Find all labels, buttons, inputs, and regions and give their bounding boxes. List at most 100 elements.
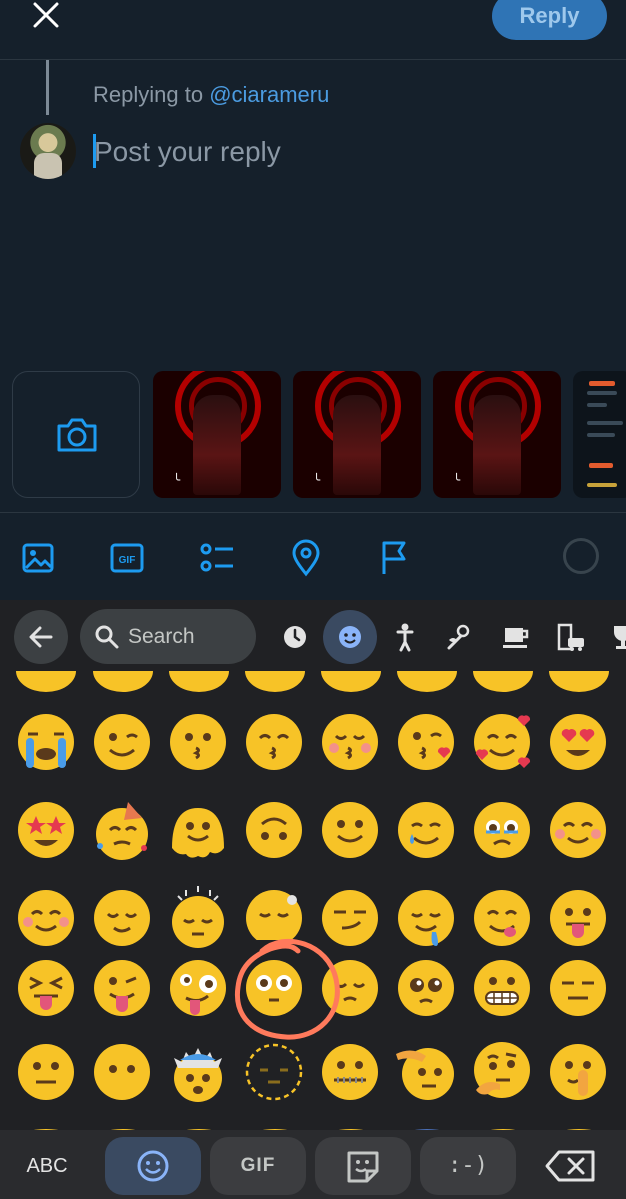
- sticker-key[interactable]: [315, 1137, 411, 1195]
- add-poll-button[interactable]: [197, 538, 237, 578]
- emoji-upside-down-face-icon: [246, 802, 302, 858]
- emoji-cell[interactable]: [90, 798, 154, 862]
- thumbnail-mark: ╰: [313, 473, 321, 487]
- thumbnail-text-line: [587, 421, 623, 425]
- avatar[interactable]: [20, 123, 76, 179]
- emoji-exploding-head-icon: [174, 1048, 222, 1102]
- emoji-cell[interactable]: [394, 798, 458, 862]
- thumbnail-figure: [333, 395, 381, 495]
- thumbnail-text-line: [587, 433, 615, 437]
- header-divider: [0, 59, 626, 60]
- emoji-cell[interactable]: [90, 886, 154, 950]
- category-travel-tab[interactable]: [551, 618, 589, 656]
- emoticon-key-label: :-): [448, 1153, 488, 1178]
- emoji-smiling-blush-icon: [550, 802, 606, 858]
- trophy-icon: [614, 626, 626, 649]
- media-thumbnail-1[interactable]: ╰: [153, 371, 281, 498]
- emoji-cell[interactable]: [546, 710, 610, 774]
- emoji-row-partial-graphic: [16, 671, 609, 692]
- emoji-cell[interactable]: [14, 886, 78, 950]
- emoji-cell[interactable]: [470, 1040, 534, 1104]
- emoji-cell[interactable]: [394, 1040, 458, 1104]
- emoji-cell[interactable]: [546, 886, 610, 950]
- category-food-tab[interactable]: [496, 618, 534, 656]
- emoji-cell[interactable]: [242, 1040, 306, 1104]
- keyboard-back-button[interactable]: [14, 610, 68, 664]
- emoji-dotted-line-face-icon: [245, 1043, 303, 1101]
- emoji-cell[interactable]: [470, 710, 534, 774]
- replying-prefix: Replying to: [93, 82, 210, 107]
- emoji-loudly-crying-icon: [18, 714, 74, 770]
- category-people-tab[interactable]: [386, 618, 424, 656]
- add-gif-button[interactable]: GIF: [107, 538, 147, 578]
- media-thumbnail-2[interactable]: ╰: [293, 371, 421, 498]
- nature-icon: [447, 624, 470, 650]
- emoji-cell[interactable]: [242, 710, 306, 774]
- add-image-button[interactable]: [18, 538, 58, 578]
- gif-key[interactable]: GIF: [210, 1137, 306, 1195]
- emoji-smiling-tear-icon: [398, 802, 454, 858]
- emoji-cell[interactable]: [14, 798, 78, 862]
- flag-icon: [382, 541, 406, 574]
- emoji-cell[interactable]: [90, 1040, 154, 1104]
- gif-icon: GIF: [110, 543, 144, 573]
- emoji-cell[interactable]: [470, 956, 534, 1020]
- backspace-key[interactable]: [537, 1146, 607, 1186]
- emoji-cell[interactable]: [14, 1040, 78, 1104]
- smiley-icon: [137, 1150, 169, 1182]
- emoji-cell[interactable]: [166, 956, 230, 1020]
- emoji-cell[interactable]: [242, 886, 306, 940]
- emoji-key[interactable]: [105, 1137, 201, 1195]
- toolbar-divider: [0, 512, 626, 513]
- emoji-cell[interactable]: [470, 886, 534, 950]
- keyboard-bottom-bar: [0, 1130, 626, 1199]
- category-smileys-tab[interactable]: [331, 618, 369, 656]
- emoji-cell[interactable]: [318, 710, 382, 774]
- emoji-cell[interactable]: [90, 956, 154, 1020]
- emoji-cell[interactable]: [394, 956, 458, 1020]
- emoji-cell[interactable]: [166, 1040, 230, 1104]
- emoji-cell[interactable]: [470, 798, 534, 862]
- emoji-cell[interactable]: [242, 798, 306, 862]
- annotation-circle: [234, 938, 340, 1040]
- emoji-cell[interactable]: [90, 710, 154, 774]
- emoji-cell[interactable]: [546, 956, 610, 1020]
- emoji-cell[interactable]: [166, 798, 230, 862]
- camera-button[interactable]: [12, 371, 140, 498]
- emoji-partying-face-icon: [96, 802, 148, 860]
- emoji-row-partial-bottom: [0, 1120, 626, 1130]
- emoji-cell[interactable]: [14, 956, 78, 1020]
- close-button[interactable]: [26, 0, 66, 32]
- category-recent-tab[interactable]: [276, 618, 314, 656]
- emoji-cell[interactable]: [546, 1040, 610, 1104]
- category-nature-tab[interactable]: [441, 618, 479, 656]
- replying-handle-link[interactable]: @ciarameru: [209, 82, 329, 107]
- emoji-smiling-icon: [18, 890, 74, 946]
- reply-input[interactable]: [94, 130, 564, 174]
- category-activities-tab[interactable]: [604, 618, 626, 656]
- emoji-cell[interactable]: [166, 710, 230, 774]
- emoji-cell[interactable]: [318, 1040, 382, 1104]
- thumbnail-figure: [193, 395, 241, 495]
- add-flag-button[interactable]: [376, 538, 416, 578]
- avatar-figure: [34, 153, 62, 179]
- emoji-cell[interactable]: [166, 886, 230, 950]
- media-thumbnail-3[interactable]: ╰: [433, 371, 561, 498]
- add-location-button[interactable]: [286, 538, 326, 578]
- person-icon: [396, 623, 414, 652]
- emoji-pensive-icon: [172, 886, 224, 948]
- thumbnail-text-line: [587, 403, 607, 407]
- emoji-cell[interactable]: [318, 798, 382, 862]
- emoji-cell[interactable]: [14, 710, 78, 774]
- emoji-shushing-icon: [550, 1044, 606, 1100]
- emoji-cell[interactable]: [394, 710, 458, 774]
- reply-button[interactable]: Reply: [492, 0, 607, 40]
- media-thumbnail-4[interactable]: [573, 371, 626, 498]
- emoji-cell[interactable]: [546, 798, 610, 862]
- coffee-icon: [503, 628, 529, 648]
- emoji-zipper-mouth-icon: [322, 1044, 378, 1100]
- abc-key[interactable]: ABC: [10, 1146, 84, 1186]
- text-caret: [93, 134, 96, 168]
- emoji-cell[interactable]: [394, 886, 458, 950]
- emoticon-key[interactable]: :-): [420, 1137, 516, 1195]
